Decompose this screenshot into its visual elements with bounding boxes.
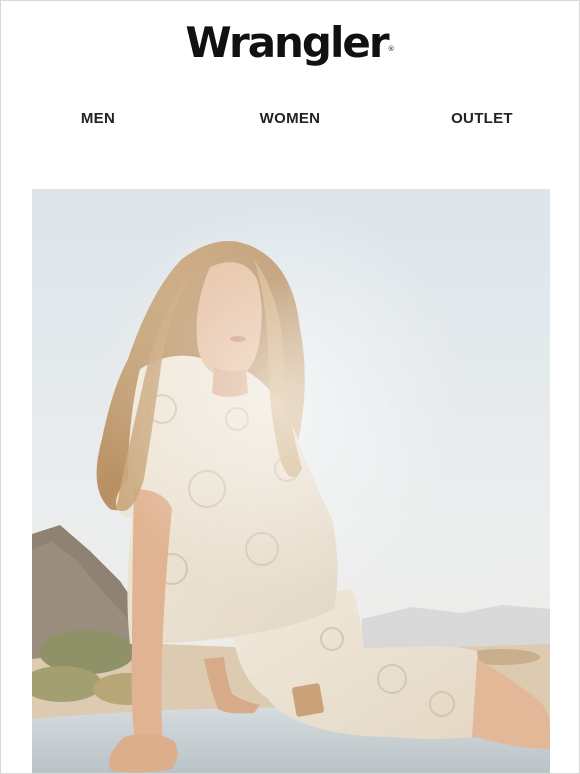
nav-link-men[interactable]: MEN <box>33 107 163 131</box>
logo-text: Wrangler <box>185 18 389 67</box>
nav-link-outlet[interactable]: OUTLET <box>417 107 547 131</box>
registered-mark: ® <box>387 45 395 53</box>
email-page: Wrangler® MEN WOMEN OUTLET <box>0 0 580 774</box>
main-nav: MEN WOMEN OUTLET <box>1 107 579 131</box>
nav-link-women[interactable]: WOMEN <box>225 107 355 131</box>
wrangler-logo[interactable]: Wrangler® <box>1 13 579 73</box>
hero-image[interactable] <box>32 189 550 773</box>
hero-photo <box>32 189 550 773</box>
